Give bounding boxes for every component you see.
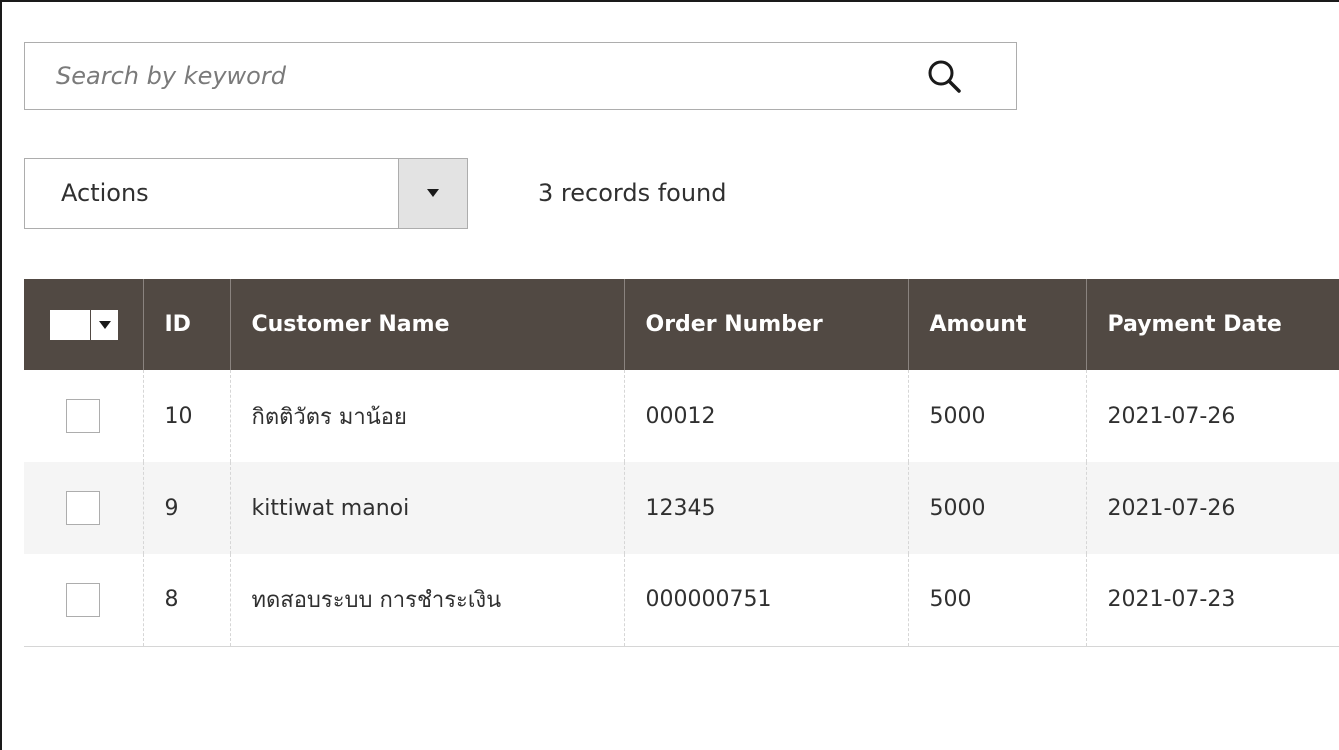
cell-id: 10: [142, 370, 230, 462]
row-select-cell: [24, 462, 143, 554]
actions-dropdown-toggle[interactable]: [398, 159, 467, 228]
row-checkbox[interactable]: [66, 399, 101, 433]
search-icon[interactable]: [925, 57, 965, 97]
mass-select-dropdown[interactable]: [50, 309, 118, 340]
table-row[interactable]: 9 kittiwat manoi 12345 5000 2021-07-26: [24, 462, 1339, 554]
cell-order-number: 000000751: [623, 554, 908, 647]
row-checkbox[interactable]: [66, 582, 101, 617]
table-row[interactable]: 10 กิตติวัตร มาน้อย 00012 5000 2021-07-2…: [24, 370, 1339, 462]
cell-customer-name: ทดสอบระบบ การชำระเงิน: [229, 554, 624, 647]
search-input[interactable]: [25, 43, 905, 109]
column-header-order-number[interactable]: Order Number: [623, 279, 908, 370]
actions-label: Actions: [61, 179, 149, 207]
column-header-customer-name[interactable]: Customer Name: [229, 279, 624, 370]
cell-payment-date: 2021-07-26: [1085, 462, 1339, 554]
mass-select-toggle[interactable]: [91, 309, 118, 340]
cell-order-number: 12345: [623, 462, 908, 554]
records-count: 3 records found: [538, 179, 727, 207]
row-select-cell: [24, 370, 143, 462]
cell-customer-name: kittiwat manoi: [229, 462, 624, 554]
actions-dropdown[interactable]: Actions: [24, 158, 468, 229]
cell-amount: 5000: [907, 370, 1086, 462]
select-all-checkbox[interactable]: [50, 309, 90, 340]
row-checkbox[interactable]: [66, 491, 101, 525]
row-select-cell: [24, 554, 143, 647]
cell-payment-date: 2021-07-26: [1085, 370, 1339, 462]
grid-header-row: ID Customer Name Order Number Amount Pay…: [24, 279, 1339, 370]
cell-id: 9: [142, 462, 230, 554]
cell-id: 8: [142, 554, 230, 647]
mass-select-header: [24, 279, 143, 370]
cell-customer-name: กิตติวัตร มาน้อย: [229, 370, 624, 462]
caret-down-icon: [99, 320, 111, 329]
table-row[interactable]: 8 ทดสอบระบบ การชำระเงิน 000000751 500 20…: [24, 554, 1339, 647]
cell-order-number: 00012: [623, 370, 908, 462]
cell-amount: 5000: [907, 462, 1086, 554]
caret-down-icon: [427, 189, 439, 197]
column-header-amount[interactable]: Amount: [907, 279, 1086, 370]
column-header-payment-date[interactable]: Payment Date: [1085, 279, 1339, 370]
search-bar: [24, 42, 1017, 110]
cell-payment-date: 2021-07-23: [1085, 554, 1339, 647]
data-grid: ID Customer Name Order Number Amount Pay…: [24, 279, 1339, 647]
column-header-id[interactable]: ID: [142, 279, 230, 370]
cell-amount: 500: [907, 554, 1086, 647]
